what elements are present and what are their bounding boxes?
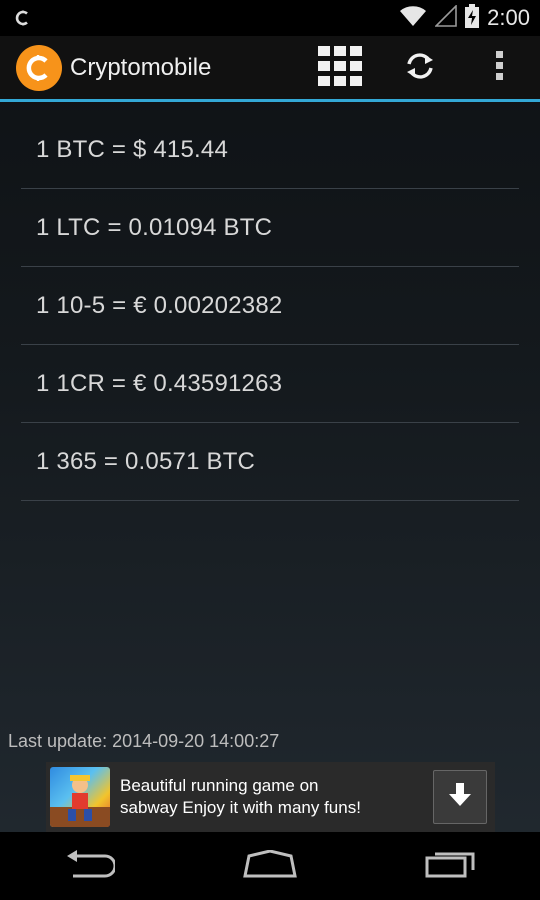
app-title: Cryptomobile <box>70 53 212 81</box>
last-update-text: Last update: 2014-09-20 14:00:27 <box>8 731 280 751</box>
navigation-bar <box>0 832 540 900</box>
rate-label: 1 LTC = 0.01094 BTC <box>36 213 273 241</box>
back-icon <box>65 850 117 882</box>
list-item[interactable]: 1 BTC = $ 415.44 <box>21 111 519 189</box>
notification-c-icon <box>14 9 32 27</box>
list-item[interactable]: 1 10-5 = € 0.00202382 <box>21 267 519 345</box>
overflow-menu-icon <box>496 50 504 85</box>
rate-label: 1 365 = 0.0571 BTC <box>36 447 256 475</box>
app-logo-icon[interactable] <box>16 44 62 91</box>
back-button[interactable] <box>45 832 135 900</box>
cell-signal-icon <box>434 4 457 31</box>
action-bar: Cryptomobile <box>0 36 540 102</box>
ad-game-thumbnail[interactable] <box>50 767 110 827</box>
download-arrow-icon <box>449 783 471 811</box>
refresh-icon <box>404 52 436 84</box>
ad-text-line1: Beautiful running game on <box>120 776 319 795</box>
ad-text[interactable]: Beautiful running game on sabway Enjoy i… <box>120 775 420 819</box>
grid-view-button[interactable] <box>300 36 380 99</box>
refresh-button[interactable] <box>380 36 460 99</box>
rate-label: 1 10-5 = € 0.00202382 <box>36 291 283 319</box>
home-icon <box>243 849 297 882</box>
ad-download-button[interactable] <box>433 770 487 824</box>
rate-label: 1 1CR = € 0.43591263 <box>36 369 283 397</box>
recent-apps-button[interactable] <box>405 832 495 900</box>
list-item[interactable]: 1 365 = 0.0571 BTC <box>21 423 519 501</box>
grid-icon <box>318 45 362 90</box>
battery-charging-icon <box>465 4 480 32</box>
overflow-menu-button[interactable] <box>460 36 540 99</box>
app-screen: 2:00 Cryptomobile 1 BTC = $ 415.44 1 LTC… <box>0 0 540 900</box>
status-clock: 2:00 <box>487 5 530 30</box>
wifi-icon <box>399 5 427 31</box>
ad-banner[interactable]: Beautiful running game on sabway Enjoy i… <box>46 762 495 832</box>
status-bar: 2:00 <box>0 0 540 36</box>
rates-list: 1 BTC = $ 415.44 1 LTC = 0.01094 BTC 1 1… <box>21 111 519 501</box>
rate-label: 1 BTC = $ 415.44 <box>36 135 228 163</box>
home-button[interactable] <box>225 832 315 900</box>
list-item[interactable]: 1 1CR = € 0.43591263 <box>21 345 519 423</box>
recent-apps-icon <box>425 850 475 882</box>
ad-text-line2: sabway Enjoy it with many funs! <box>120 798 361 817</box>
list-item[interactable]: 1 LTC = 0.01094 BTC <box>21 189 519 267</box>
